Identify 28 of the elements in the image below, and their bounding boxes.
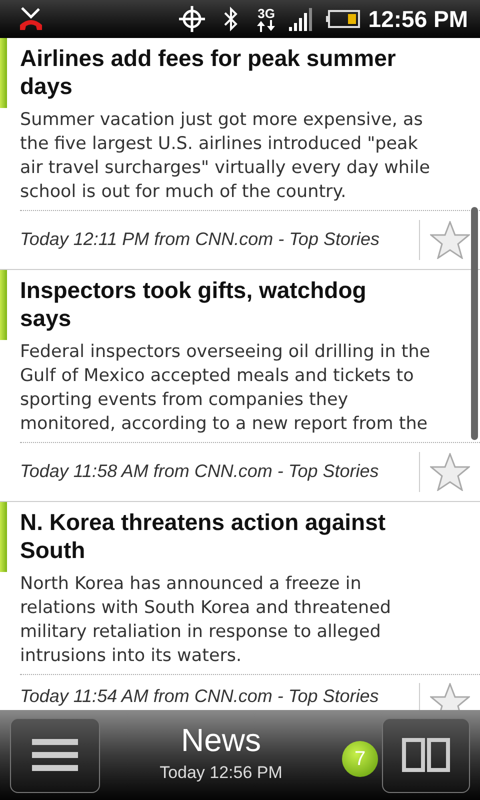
news-summary: North Korea has announced a freeze in relations with South Korea and threatened military retaliation in response to alleged intrusions into its waters. — [20, 573, 392, 668]
clock: 12:56 PM — [368, 4, 468, 34]
unread-marker — [0, 38, 7, 108]
signal-icon — [288, 6, 314, 32]
two-panes-icon — [402, 738, 450, 772]
star-icon[interactable] — [430, 683, 470, 710]
star-icon[interactable] — [430, 452, 470, 490]
unread-marker — [0, 502, 7, 572]
news-source: Today 12:11 PM from CNN.com - Top Stories — [20, 228, 380, 251]
data-arrows-icon — [256, 20, 276, 32]
menu-icon — [32, 739, 78, 771]
battery-icon — [326, 10, 360, 28]
news-summary: Federal inspectors overseeing oil drilling in the Gulf of Mexico accepted meals and tickets to sporting events from companies they monitored, according to a new report from the — [20, 341, 432, 436]
screen-title: News — [180, 724, 261, 756]
news-title: Airlines add fees for peak summer days — [20, 44, 397, 101]
news-summary: Summer vacation just got more expensive, as the five largest U.S. airlines introduced "peak air travel surcharges" virtually every day while school is out for much of the country. — [20, 109, 432, 204]
news-title: N. Korea threatens action against South — [20, 508, 387, 565]
menu-button[interactable] — [10, 718, 100, 792]
star-icon[interactable] — [430, 220, 470, 258]
gps-icon — [178, 5, 206, 33]
unread-count-badge: 7 — [342, 741, 378, 777]
news-source: Today 11:54 AM from CNN.com - Top Stories — [20, 685, 380, 708]
network-type-label: 3G — [258, 6, 275, 20]
view-toggle-button[interactable] — [382, 718, 470, 792]
news-title: Inspectors took gifts, watchdog says — [20, 276, 368, 333]
news-source: Today 11:58 AM from CNN.com - Top Stories — [20, 460, 380, 483]
screen-subtitle: Today 12:56 PM — [160, 762, 282, 784]
unread-marker — [0, 270, 7, 340]
